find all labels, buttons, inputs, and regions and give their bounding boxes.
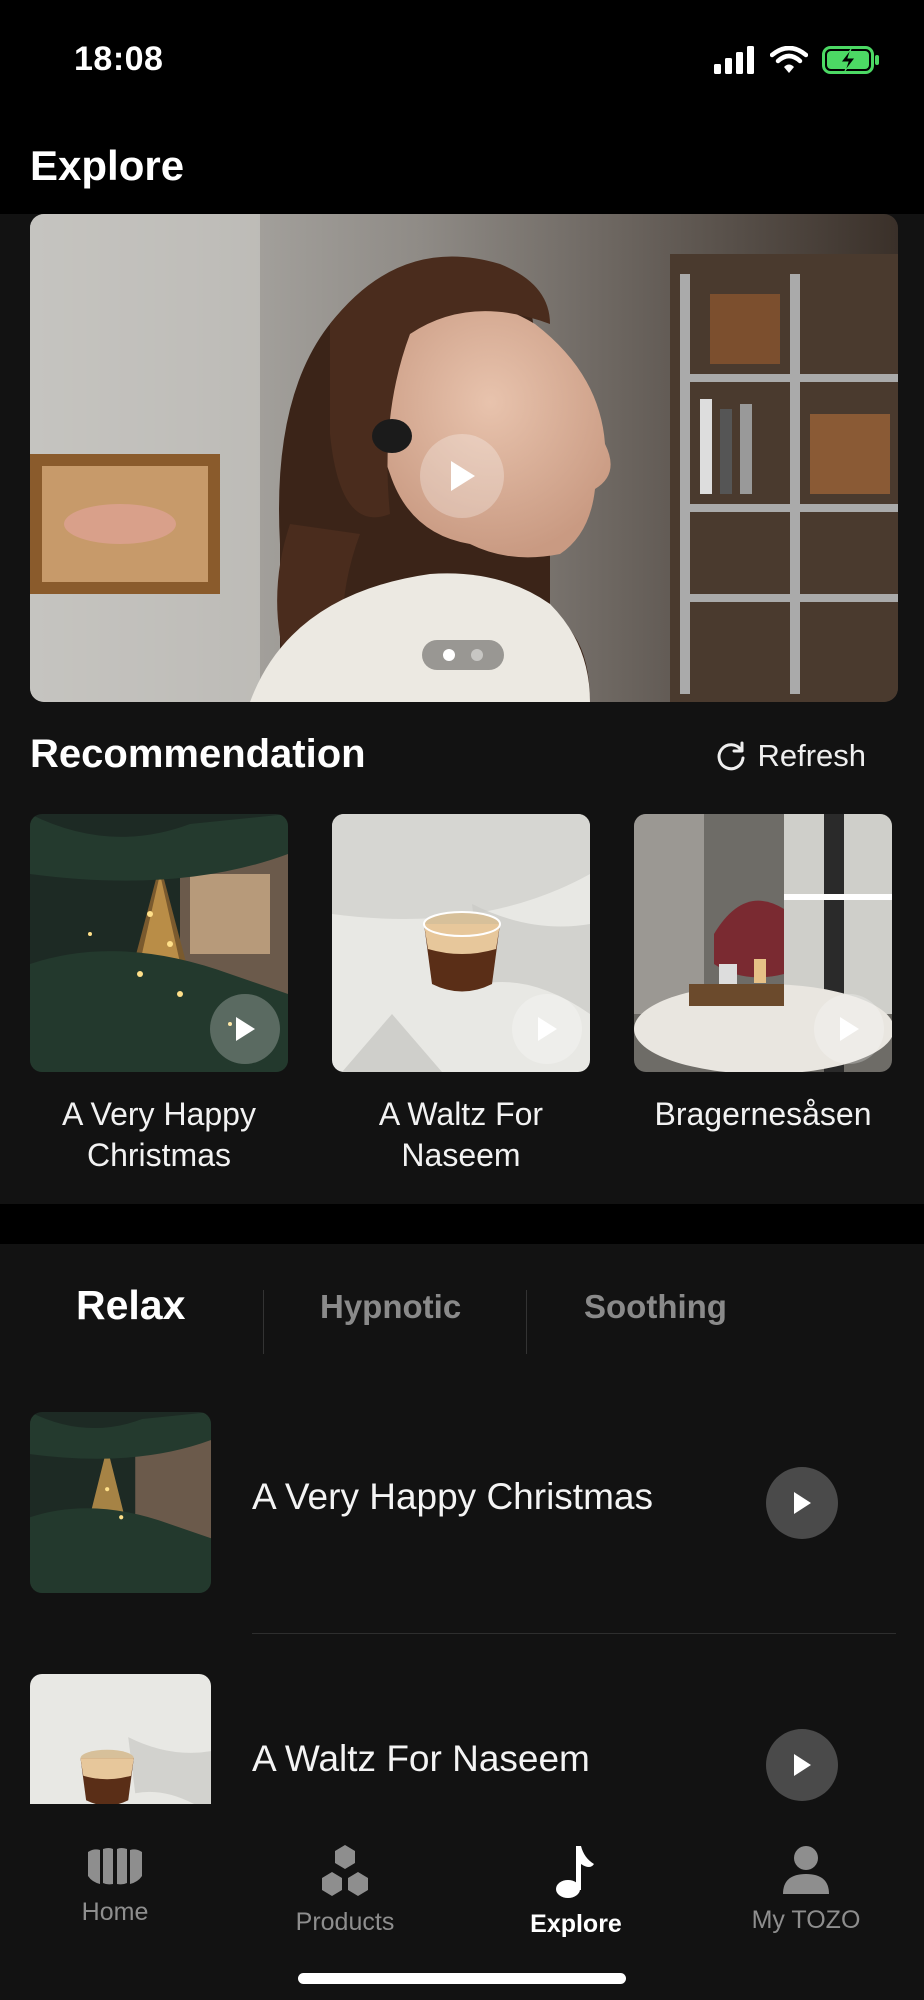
recommendation-card[interactable]: A Very Happy Christmas bbox=[30, 814, 288, 1176]
pager-dot[interactable] bbox=[443, 649, 455, 661]
card-play-button[interactable] bbox=[210, 994, 280, 1064]
list-thumbnail bbox=[30, 1412, 211, 1593]
tab-relax[interactable]: Relax bbox=[76, 1282, 185, 1329]
status-bar: 18:08 bbox=[0, 0, 924, 120]
list-item-title: A Very Happy Christmas bbox=[252, 1476, 653, 1517]
card-thumbnail bbox=[332, 814, 590, 1072]
page-title: Explore bbox=[30, 142, 185, 189]
card-title: A Waltz For Naseem bbox=[378, 1096, 544, 1173]
nav-label: Home bbox=[81, 1898, 149, 1926]
card-title: Bragernesåsen bbox=[654, 1096, 872, 1132]
nav-my-tozo[interactable]: My TOZO bbox=[706, 1844, 906, 1935]
play-icon bbox=[794, 1492, 811, 1514]
signal-icon bbox=[714, 46, 754, 74]
list-item-title: A Waltz For Naseem bbox=[252, 1738, 590, 1779]
hexagons-icon bbox=[322, 1845, 368, 1896]
play-icon bbox=[794, 1754, 811, 1776]
nav-explore[interactable]: Explore bbox=[476, 1844, 676, 1939]
card-thumbnail bbox=[30, 814, 288, 1072]
tab-hypnotic[interactable]: Hypnotic bbox=[320, 1288, 461, 1326]
card-play-button[interactable] bbox=[512, 994, 582, 1064]
card-play-button[interactable] bbox=[814, 994, 884, 1064]
refresh-icon bbox=[718, 741, 745, 771]
nav-label: My TOZO bbox=[751, 1906, 861, 1934]
music-note-icon bbox=[556, 1846, 594, 1898]
christmas-tree-image bbox=[30, 1412, 211, 1593]
play-icon bbox=[236, 1017, 255, 1041]
hero-banner[interactable] bbox=[30, 214, 898, 702]
refresh-label: Refresh bbox=[757, 738, 866, 773]
nav-label: Products bbox=[295, 1908, 395, 1936]
category-tabs: Relax Hypnotic Soothing bbox=[0, 1244, 924, 1394]
coffee-glass-image bbox=[30, 1674, 211, 1804]
tab-divider bbox=[526, 1290, 527, 1354]
recommendation-carousel[interactable]: A Very Happy Christmas A Waltz For Nasee… bbox=[30, 814, 924, 1194]
hero-play-button[interactable] bbox=[420, 434, 504, 518]
nav-home[interactable]: Home bbox=[15, 1844, 215, 1927]
status-time: 18:08 bbox=[74, 40, 164, 78]
list-play-button[interactable] bbox=[766, 1729, 838, 1801]
status-icons bbox=[714, 46, 880, 74]
card-title: A Very Happy Christmas bbox=[62, 1096, 256, 1173]
play-icon bbox=[451, 461, 475, 491]
card-thumbnail bbox=[634, 814, 892, 1072]
header: Explore bbox=[0, 120, 924, 214]
earbuds-icon bbox=[88, 1848, 142, 1885]
list-divider bbox=[252, 1633, 896, 1634]
refresh-button[interactable]: Refresh bbox=[715, 738, 866, 774]
tab-divider bbox=[263, 1290, 264, 1354]
bottom-nav: Home Products Explore My TOZO bbox=[0, 1804, 924, 2000]
tab-soothing[interactable]: Soothing bbox=[584, 1288, 727, 1326]
list-play-button[interactable] bbox=[766, 1467, 838, 1539]
list-item[interactable]: A Waltz For Naseem bbox=[0, 1674, 924, 1804]
explore-content[interactable]: Recommendation Refresh A Very Happy Chri… bbox=[0, 214, 924, 1804]
recommendation-title: Recommendation bbox=[30, 732, 366, 776]
recommendation-card[interactable]: Bragernesåsen bbox=[634, 814, 892, 1135]
recommendation-card[interactable]: A Waltz For Naseem bbox=[332, 814, 590, 1176]
home-indicator[interactable] bbox=[298, 1973, 626, 1984]
nav-products[interactable]: Products bbox=[245, 1844, 445, 1937]
section-divider bbox=[0, 1204, 924, 1244]
list-thumbnail bbox=[30, 1674, 211, 1804]
person-icon bbox=[783, 1846, 829, 1894]
battery-charging-icon bbox=[822, 46, 879, 74]
play-icon bbox=[538, 1017, 557, 1041]
list-item[interactable]: A Very Happy Christmas bbox=[0, 1412, 924, 1594]
pager-dot[interactable] bbox=[471, 649, 483, 661]
nav-label: Explore bbox=[530, 1910, 622, 1938]
wifi-icon bbox=[770, 46, 808, 73]
carousel-pager[interactable] bbox=[422, 640, 504, 670]
play-icon bbox=[840, 1017, 859, 1041]
